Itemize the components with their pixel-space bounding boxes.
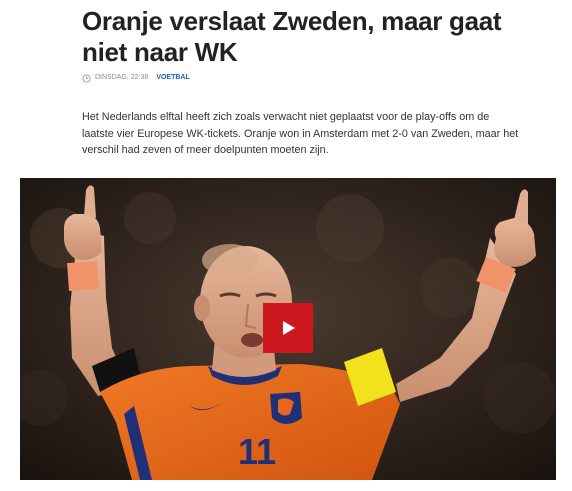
- play-icon: [283, 321, 295, 335]
- article: Oranje verslaat Zweden, maar gaat niet n…: [0, 0, 572, 491]
- clock-icon: [82, 73, 91, 83]
- category-link[interactable]: VOETBAL: [156, 73, 189, 83]
- video-player[interactable]: 11: [20, 178, 556, 480]
- knvb-lion-crest-icon: [270, 392, 302, 424]
- article-lead: Het Nederlands elftal heeft zich zoals v…: [82, 111, 519, 156]
- article-title: Oranje verslaat Zweden, maar gaat niet n…: [82, 6, 502, 67]
- jersey-number: 11: [238, 431, 277, 472]
- play-button[interactable]: [263, 303, 313, 353]
- article-meta: DINSDAG, 22:38 VOETBAL: [82, 73, 190, 83]
- publish-date: DINSDAG, 22:38: [95, 74, 149, 81]
